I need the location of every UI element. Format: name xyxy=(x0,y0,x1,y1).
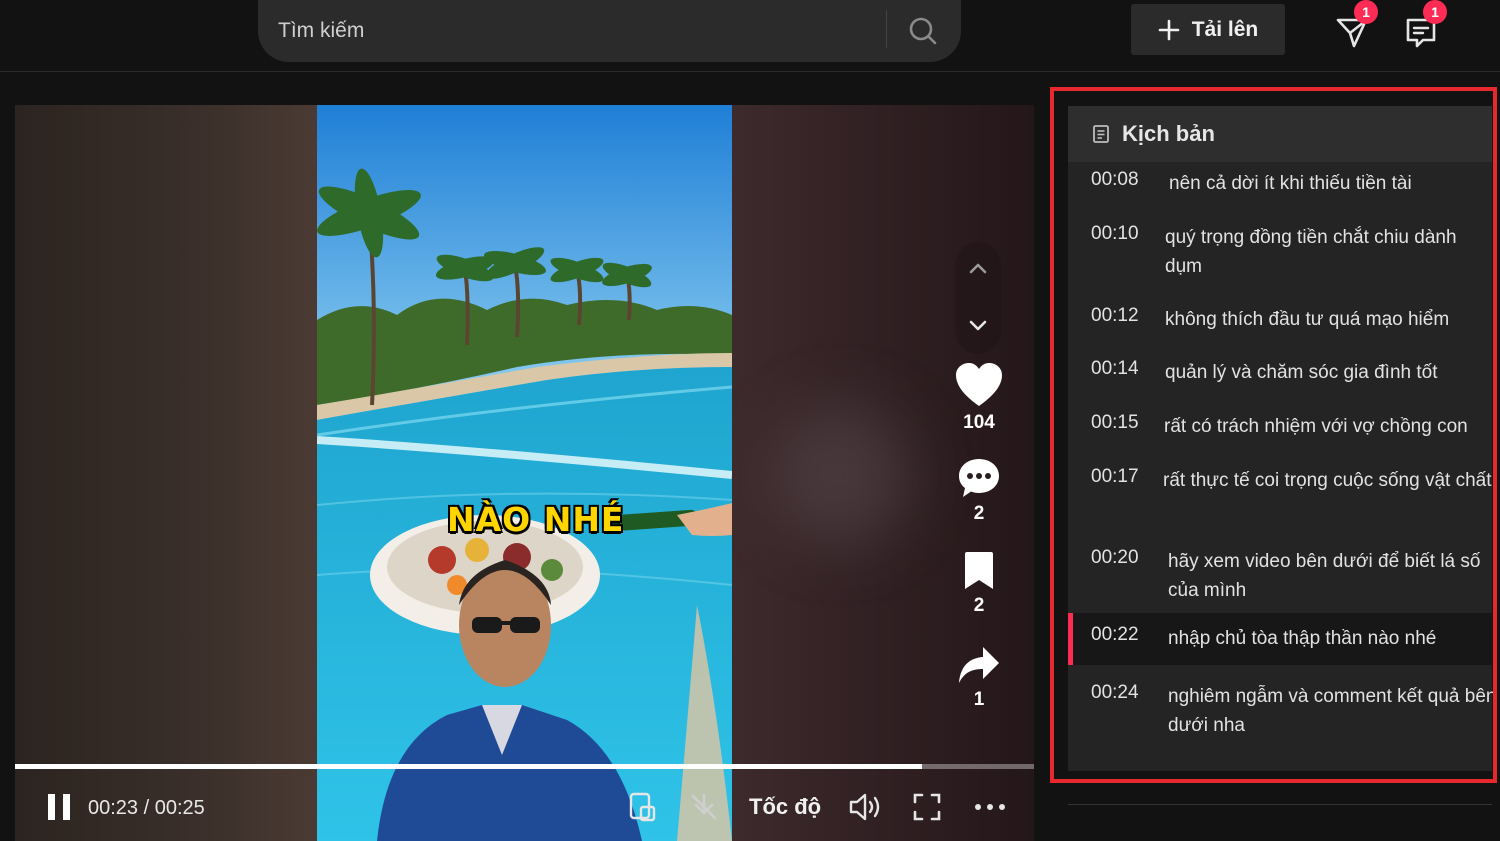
inbox-button[interactable]: 1 xyxy=(1332,0,1378,52)
transcript-text: rất có trách nhiệm với vợ chồng con xyxy=(1164,416,1468,437)
transcript-time: 00:14 xyxy=(1091,358,1139,379)
bookmark-icon xyxy=(965,552,993,589)
transcript-time: 00:12 xyxy=(1091,305,1139,326)
transcript-line[interactable]: 00:14 quản lý và chăm sóc gia đình tốt xyxy=(1068,351,1492,397)
transcript-time: 00:08 xyxy=(1091,169,1139,190)
transcript-line-active[interactable]: 00:22 nhập chủ tòa thập thần nào nhé xyxy=(1068,613,1492,665)
transcript-line[interactable]: 00:15 rất có trách nhiệm với vợ chồng co… xyxy=(1068,405,1492,451)
autoscroll-icon xyxy=(691,793,717,820)
heart-icon xyxy=(956,363,1002,406)
transcript-line[interactable]: 00:08 nên cả dời ít khi thiếu tiền tài xyxy=(1068,162,1492,208)
like-count: 104 xyxy=(963,412,995,433)
video-player[interactable]: NÀO NHÉ 104 2 2 1 00:23 / 00:25 Tốc độ xyxy=(15,105,1034,841)
comment-icon xyxy=(959,459,999,497)
messages-badge: 1 xyxy=(1423,0,1447,24)
autoscroll-button[interactable] xyxy=(688,789,720,825)
transcript-time: 00:15 xyxy=(1091,412,1139,433)
next-video-button[interactable] xyxy=(955,302,1001,348)
volume-icon xyxy=(849,793,880,821)
messages-button[interactable]: 1 xyxy=(1401,0,1447,52)
inbox-badge: 1 xyxy=(1354,0,1378,24)
pip-button[interactable] xyxy=(628,789,658,825)
share-action[interactable]: 1 xyxy=(950,645,1008,711)
transcript-text: nhập chủ tòa thập thần nào nhé xyxy=(1168,628,1437,649)
transcript-title: Kịch bản xyxy=(1122,121,1215,146)
transcript-text: quản lý và chăm sóc gia đình tốt xyxy=(1165,362,1438,383)
volume-button[interactable] xyxy=(848,789,884,825)
share-count: 1 xyxy=(973,689,985,710)
transcript-text: quý trọng đồng tiền chắt chiu dành dụm xyxy=(1165,227,1457,277)
picture-in-picture-icon xyxy=(629,792,656,822)
share-icon xyxy=(959,647,999,683)
transcript-panel: Kịch bản 00:08 nên cả dời ít khi thiếu t… xyxy=(1068,106,1496,771)
transcript-time: 00:17 xyxy=(1091,466,1139,487)
video-backdrop-left xyxy=(15,105,317,841)
top-bar: Tải lên 1 1 xyxy=(0,0,1500,72)
search-bar xyxy=(258,0,961,62)
comment-count: 2 xyxy=(973,503,985,524)
upload-label: Tải lên xyxy=(1191,17,1259,41)
progress-fill xyxy=(15,764,922,769)
transcript-header: Kịch bản xyxy=(1068,106,1492,162)
fullscreen-button[interactable] xyxy=(912,789,942,825)
previous-video-button[interactable] xyxy=(955,246,1001,292)
transcript-text: rất thực tế coi trọng cuộc sống vật chất xyxy=(1163,470,1492,491)
upload-button[interactable]: Tải lên xyxy=(1131,4,1285,55)
transcript-line[interactable]: 00:24 nghiêm ngẫm và comment kết quả bên… xyxy=(1068,675,1496,749)
transcript-time: 00:22 xyxy=(1091,624,1139,645)
transcript-time: 00:10 xyxy=(1091,223,1139,244)
video-nav xyxy=(955,242,1001,354)
save-count: 2 xyxy=(973,595,985,616)
time-display: 00:23 / 00:25 xyxy=(88,797,205,819)
transcript-text: nghiêm ngẫm và comment kết quả bên dưới … xyxy=(1168,686,1497,736)
pause-icon xyxy=(48,794,70,820)
panel-divider xyxy=(1068,804,1492,805)
video-caption-overlay: NÀO NHÉ xyxy=(447,500,625,539)
search-icon xyxy=(909,17,937,45)
transcript-line[interactable]: 00:20 hãy xem video bên dưới để biết lá … xyxy=(1068,540,1492,614)
like-action[interactable]: 104 xyxy=(950,362,1008,434)
transcript-line[interactable]: 00:12 không thích đầu tư quá mạo hiểm xyxy=(1068,298,1492,344)
comment-action[interactable]: 2 xyxy=(950,457,1008,525)
document-icon xyxy=(1093,125,1109,143)
transcript-text: không thích đầu tư quá mạo hiểm xyxy=(1165,309,1450,330)
transcript-time: 00:24 xyxy=(1091,682,1139,703)
transcript-line[interactable]: 00:10 quý trọng đồng tiền chắt chiu dành… xyxy=(1068,216,1492,290)
transcript-time: 00:20 xyxy=(1091,547,1139,568)
speed-button[interactable]: Tốc độ xyxy=(749,789,821,825)
transcript-text: hãy xem video bên dưới để biết lá số của… xyxy=(1168,551,1481,601)
more-options-button[interactable] xyxy=(973,789,1007,825)
video-frame[interactable] xyxy=(317,105,732,841)
search-input[interactable] xyxy=(278,14,878,48)
more-icon xyxy=(975,804,1005,810)
search-divider xyxy=(886,10,887,48)
progress-bar[interactable] xyxy=(15,764,1034,769)
video-scene xyxy=(317,105,732,841)
search-button[interactable] xyxy=(903,12,943,50)
chevron-up-icon xyxy=(969,263,987,274)
fullscreen-icon xyxy=(913,793,941,821)
transcript-text: nên cả dời ít khi thiếu tiền tài xyxy=(1169,173,1412,194)
chevron-down-icon xyxy=(969,320,987,331)
pause-button[interactable] xyxy=(45,789,73,825)
transcript-line[interactable]: 00:17 rất thực tế coi trọng cuộc sống vậ… xyxy=(1068,459,1492,533)
plus-icon xyxy=(1158,19,1180,40)
speed-label: Tốc độ xyxy=(749,794,822,819)
save-action[interactable]: 2 xyxy=(950,551,1008,617)
